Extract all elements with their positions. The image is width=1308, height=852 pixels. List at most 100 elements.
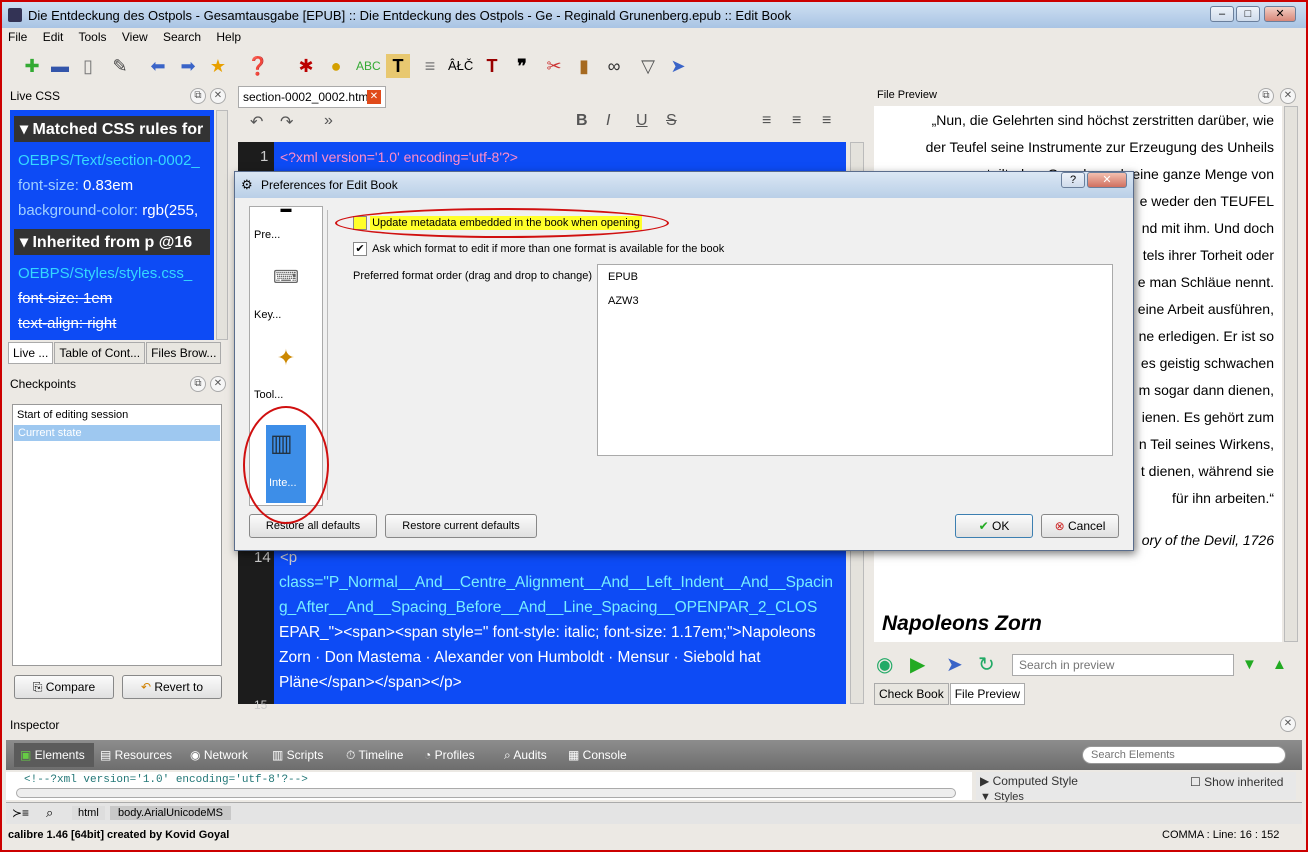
sidebar-item-toolbars[interactable]: Tool... [254, 389, 318, 401]
show-inherited-checkbox[interactable]: ☐ Show inherited [1190, 775, 1283, 789]
breadcrumb-body[interactable]: body.ArialUnicodeMS [110, 806, 231, 820]
more-icon[interactable]: » [324, 112, 333, 130]
book-icon[interactable]: ▮ [572, 54, 596, 78]
tab-scripts[interactable]: ▥ Scripts [272, 748, 323, 762]
help-icon[interactable]: ❓ [246, 54, 270, 78]
computed-style-header[interactable]: ▶ Computed Style [980, 774, 1078, 788]
breadcrumb-html[interactable]: html [72, 806, 105, 820]
text-icon[interactable]: T [386, 54, 410, 78]
float-icon[interactable]: ⧉ [190, 376, 206, 392]
pin-icon[interactable]: ★ [206, 54, 230, 78]
tab-console[interactable]: ▦ Console [568, 748, 627, 762]
tab-timeline[interactable]: ⏱ Timeline [346, 748, 403, 763]
menu-tools[interactable]: Tools [79, 30, 107, 44]
css-source-link[interactable]: OEBPS/Text/section-0002_ [10, 148, 214, 173]
close-icon[interactable]: ✕ [210, 376, 226, 392]
tab-file-preview[interactable]: File Preview [949, 683, 1026, 705]
editor-tab[interactable]: section-0002_0002.html ✕ [238, 86, 386, 108]
minimize-button[interactable]: – [1210, 6, 1234, 22]
restore-current-defaults-button[interactable]: Restore current defaults [385, 514, 537, 538]
search-elements-input[interactable] [1082, 746, 1286, 764]
play-icon[interactable]: ▶ [910, 652, 925, 677]
checkpoint-icon[interactable]: ▯ [76, 54, 100, 78]
close-tab-icon[interactable]: ✕ [367, 90, 381, 104]
back-icon[interactable]: ⬅ [146, 54, 170, 78]
preview-scrollbar[interactable] [1284, 106, 1298, 642]
sidebar-item-keyboard[interactable]: Key... [254, 309, 318, 321]
revert-button[interactable]: ↶ Revert to [122, 675, 222, 699]
tab-check-book[interactable]: Check Book [874, 683, 949, 705]
close-window-button[interactable]: ✕ [1264, 6, 1296, 22]
send-icon[interactable]: ➤ [666, 54, 690, 78]
float-icon[interactable]: ⧉ [1258, 88, 1274, 104]
pencil-icon[interactable]: ✎ [108, 54, 132, 78]
tab-live-css[interactable]: Live ... [8, 342, 54, 364]
tab-network[interactable]: ◉ Network [190, 748, 248, 762]
remove-icon[interactable]: ✂ [542, 54, 566, 78]
align-center-icon[interactable]: ≡ [792, 112, 801, 130]
tab-resources[interactable]: ▤ Resources [100, 748, 172, 762]
bug-icon[interactable]: ✱ [294, 54, 318, 78]
underline-icon[interactable]: U [636, 112, 648, 130]
menu-edit[interactable]: Edit [43, 30, 64, 44]
strike-icon[interactable]: S [666, 112, 677, 130]
send-icon[interactable]: ➤ [946, 652, 963, 677]
align-right-icon[interactable]: ≡ [822, 112, 831, 130]
close-icon[interactable]: ✕ [210, 88, 226, 104]
ok-button[interactable]: ✔ OK [955, 514, 1033, 538]
css-source-link[interactable]: OEBPS/Styles/styles.css_ [10, 261, 214, 286]
tab-files-browser[interactable]: Files Brow... [146, 342, 222, 364]
report-icon[interactable]: ≡ [418, 54, 442, 78]
prev-arrow-icon[interactable]: ▲ [1272, 656, 1287, 673]
close-icon[interactable]: ✕ [1280, 716, 1296, 732]
maximize-button[interactable]: □ [1236, 6, 1260, 22]
align-left-icon[interactable]: ≡ [762, 112, 771, 130]
tab-elements[interactable]: ▣ Elements [14, 743, 94, 767]
list-item[interactable]: AZW3 [598, 289, 1112, 313]
transliterate-icon[interactable]: ÂŁČ [448, 54, 473, 78]
binoculars-icon[interactable]: ∞ [602, 54, 626, 78]
italic-icon[interactable]: I [606, 112, 610, 130]
tab-audits[interactable]: ⌕ Audits [504, 748, 547, 763]
close-dialog-button[interactable]: ✕ [1087, 172, 1127, 188]
quote-icon[interactable]: ❞ [510, 54, 534, 78]
save-icon[interactable]: ▬ [48, 54, 72, 78]
tab-toc[interactable]: Table of Cont... [54, 342, 146, 364]
preview-search-input[interactable] [1012, 654, 1234, 676]
menu-file[interactable]: File [8, 30, 27, 44]
tab-profiles[interactable]: ◔ Profiles [424, 748, 475, 762]
menu-view[interactable]: View [122, 30, 148, 44]
code-line: g_After__And__Spacing_Before__And__Line_… [279, 599, 818, 616]
beautify-icon[interactable]: ● [324, 54, 348, 78]
bold-icon[interactable]: B [576, 112, 588, 130]
redo-icon[interactable]: ↷ [280, 112, 293, 132]
menu-help[interactable]: Help [216, 30, 241, 44]
list-item[interactable]: EPUB [598, 265, 1112, 289]
help-button[interactable]: ? [1061, 172, 1085, 188]
live-css-scrollbar[interactable] [216, 110, 228, 340]
float-icon[interactable]: ⧉ [190, 88, 206, 104]
search-icon[interactable]: ⌕ [46, 805, 53, 821]
undo-icon[interactable]: ↶ [250, 112, 263, 132]
list-item[interactable]: Current state [14, 425, 220, 441]
refresh-icon[interactable]: ◉ [876, 652, 893, 677]
spellcheck-icon[interactable]: ABC [356, 54, 381, 78]
console-icon[interactable]: ≻≡ [12, 806, 29, 820]
list-item[interactable]: Start of editing session [13, 405, 221, 425]
compare-button[interactable]: ⎘ Compare [14, 675, 114, 699]
ask-format-option[interactable]: ✔ Ask which format to edit if more than … [353, 242, 724, 256]
forward-icon[interactable]: ➡ [176, 54, 200, 78]
cancel-button[interactable]: ⊗ Cancel [1041, 514, 1119, 538]
close-icon[interactable]: ✕ [1280, 88, 1296, 104]
menu-search[interactable]: Search [163, 30, 201, 44]
new-file-icon[interactable]: ✚ [20, 54, 44, 78]
format-order-list[interactable]: EPUB AZW3 [597, 264, 1113, 456]
sidebar-item-preview[interactable]: Pre... [254, 229, 318, 241]
filter-icon[interactable]: ▽ [636, 54, 660, 78]
reload-icon[interactable]: ↻ [978, 652, 995, 677]
next-arrow-icon[interactable]: ▼ [1242, 656, 1257, 673]
dom-scrollbar[interactable] [16, 788, 956, 798]
ask-format-checkbox[interactable]: ✔ [353, 242, 367, 256]
dom-node[interactable]: <!--?xml version='1.0' encoding='utf-8'?… [24, 774, 308, 786]
font-icon[interactable]: T [480, 54, 504, 78]
